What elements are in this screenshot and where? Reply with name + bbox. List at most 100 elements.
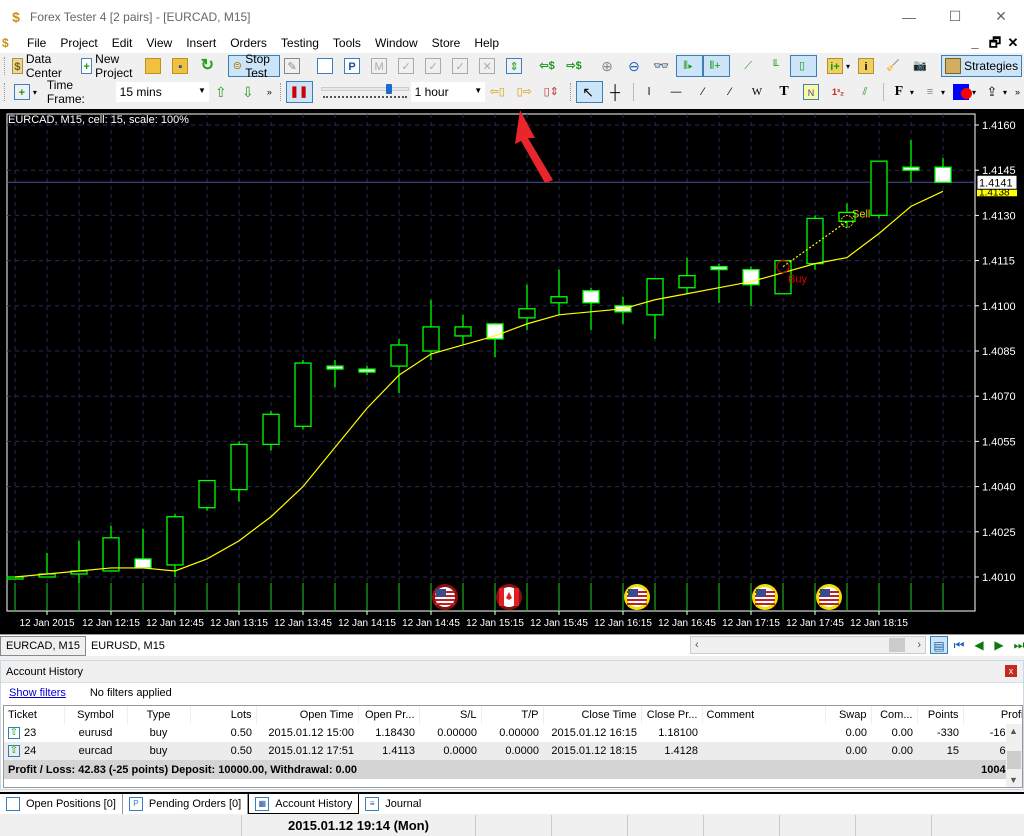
line-style-button[interactable]: ≡ ▾ <box>918 81 949 103</box>
candle-chart-button[interactable]: ▯ <box>790 55 818 77</box>
menu-view[interactable]: View <box>139 36 179 50</box>
order-list-button[interactable]: ⇕ <box>502 55 529 77</box>
panel-close-button[interactable]: x <box>1005 665 1017 677</box>
menu-file[interactable]: File <box>20 36 53 50</box>
col-points[interactable]: Points <box>917 706 964 724</box>
scroll-right-icon[interactable]: › <box>917 639 921 651</box>
go-forward-icon[interactable]: ▶ <box>990 636 1008 654</box>
speed-select[interactable]: 1 hour ▼ <box>410 82 486 102</box>
scroll-left-icon[interactable]: ‹ <box>695 639 699 651</box>
scroll-down-icon[interactable]: ▼ <box>1009 775 1018 785</box>
mdi-close-button[interactable]: ✕ <box>1004 33 1022 53</box>
line-chart-button[interactable]: ⟋ <box>736 55 763 77</box>
col-comment[interactable]: Comment <box>702 706 826 724</box>
table-vertical-scrollbar[interactable]: ▲ ▼ <box>1006 724 1022 787</box>
close-button[interactable]: ✕ <box>978 0 1024 33</box>
test-settings-button[interactable]: ✎ <box>280 55 307 77</box>
pause-button[interactable]: ❚❚ <box>285 81 313 103</box>
crosshair-tool[interactable]: ┼ <box>603 81 630 103</box>
col-close-price[interactable]: Close Pr... <box>641 706 703 724</box>
toolbar-grip[interactable] <box>4 57 5 75</box>
channel-tool[interactable]: ⫽ <box>853 81 880 103</box>
toolbar-grip[interactable] <box>279 83 283 101</box>
indicators-button[interactable]: i+ ▾ <box>823 55 854 77</box>
bar-updown-button[interactable]: ▯⇕ <box>539 81 566 103</box>
zoom-in-button[interactable]: ⊕ <box>595 55 622 77</box>
vertical-line-tool[interactable]: ǀ <box>637 81 664 103</box>
horizontal-line-tool[interactable]: — <box>664 81 691 103</box>
menu-edit[interactable]: Edit <box>105 36 140 50</box>
col-tp[interactable]: T/P <box>481 706 544 724</box>
save-project-button[interactable]: ▪ <box>168 55 195 77</box>
chart-canvas[interactable]: 1.41601.41451.41301.41151.41001.40851.40… <box>0 109 1024 634</box>
label-tool[interactable]: N <box>799 81 826 103</box>
autoscroll-button[interactable]: ⫴+ <box>703 55 731 77</box>
ray-tool[interactable]: ⁄ <box>718 81 745 103</box>
toolbar-grip[interactable] <box>4 83 7 101</box>
col-sl[interactable]: S/L <box>419 706 482 724</box>
menu-store[interactable]: Store <box>425 36 468 50</box>
menu-window[interactable]: Window <box>368 36 425 50</box>
new-order-button[interactable] <box>313 55 340 77</box>
time-frame-select[interactable]: 15 mins ▼ <box>115 82 209 102</box>
menu-project[interactable]: Project <box>53 36 104 50</box>
chart-tab-eurusd[interactable]: EURUSD, M15 <box>86 636 170 656</box>
close-order-button[interactable]: ✓ <box>394 55 421 77</box>
strategies-button[interactable]: Strategies <box>941 55 1023 77</box>
menu-help[interactable]: Help <box>467 36 506 50</box>
new-project-button[interactable]: + New Project <box>77 52 141 80</box>
col-commission[interactable]: Com... <box>871 706 918 724</box>
step-back-button[interactable]: ⇦▯ <box>485 81 512 103</box>
bar-chart-button[interactable]: ╙ <box>763 55 790 77</box>
export-button[interactable]: ⇪ ▾ <box>980 81 1011 103</box>
screenshot-button[interactable]: 📷 <box>908 55 935 77</box>
font-button[interactable]: F ▾ <box>887 81 918 103</box>
col-profit[interactable]: Profit <box>963 706 1022 724</box>
cursor-tool[interactable]: ↖ <box>576 81 604 103</box>
menu-orders[interactable]: Orders <box>223 36 274 50</box>
wave-tool[interactable]: W <box>745 81 772 103</box>
restart-button[interactable]: ↻ <box>195 55 222 77</box>
col-swap[interactable]: Swap <box>825 706 872 724</box>
color-button[interactable]: ▾ <box>949 81 980 103</box>
go-last-icon[interactable]: ⏭ <box>1010 636 1024 654</box>
clear-button[interactable]: 🧹 <box>881 55 908 77</box>
tab-account-history[interactable]: ▦ Account History <box>248 794 360 814</box>
table-row[interactable]: ⇧ 23 eurusd buy 0.50 2015.01.12 15:00 1.1… <box>4 724 1022 742</box>
close-all-button[interactable]: ✓ <box>421 55 448 77</box>
tab-journal[interactable]: ≡ Journal <box>359 794 427 814</box>
tile-windows-icon[interactable]: ▤ <box>930 636 948 654</box>
col-close-time[interactable]: Close Time <box>543 706 642 724</box>
modify-order-button[interactable]: M <box>367 55 394 77</box>
scroll-up-icon[interactable]: ▲ <box>1009 726 1018 736</box>
tab-pending-orders[interactable]: P Pending Orders [0] <box>123 794 249 814</box>
find-button[interactable]: 👓 <box>649 55 676 77</box>
timeframe-up-button[interactable]: ⇧ <box>209 81 236 103</box>
mdi-restore-button[interactable]: 🗗 <box>986 33 1004 53</box>
menu-testing[interactable]: Testing <box>274 36 326 50</box>
mdi-app-icon[interactable]: $ <box>2 36 18 50</box>
text-tool[interactable]: T <box>772 81 799 103</box>
step-forward-button[interactable]: ▯⇨ <box>512 81 539 103</box>
col-symbol[interactable]: Symbol <box>64 706 128 724</box>
chart-horizontal-scrollbar[interactable]: ‹ › <box>690 636 926 654</box>
col-ticket[interactable]: Ticket <box>4 706 65 724</box>
toolbar-overflow-button[interactable]: » <box>1011 81 1024 103</box>
sell-money-button[interactable]: ⇨$ <box>562 55 589 77</box>
minimize-button[interactable]: — <box>886 0 932 33</box>
trend-line-tool[interactable]: ⁄ <box>691 81 718 103</box>
slider-thumb[interactable] <box>386 84 393 94</box>
zoom-out-button[interactable]: ⊖ <box>622 55 649 77</box>
scroll-thumb[interactable] <box>889 638 905 652</box>
col-lots[interactable]: Lots <box>190 706 257 724</box>
scroll-thumb[interactable] <box>1007 751 1021 769</box>
close-partial-button[interactable]: ✓ <box>448 55 475 77</box>
col-open-price[interactable]: Open Pr... <box>358 706 420 724</box>
table-row[interactable]: ⇧ 24 eurcad buy 0.50 2015.01.12 17:51 1.4… <box>4 742 1022 760</box>
menu-tools[interactable]: Tools <box>326 36 368 50</box>
delete-order-button[interactable]: ✕ <box>475 55 502 77</box>
data-center-button[interactable]: $ Data Center <box>8 52 71 80</box>
fibo-tool[interactable]: 1³₂ <box>826 81 853 103</box>
new-chart-button[interactable]: + ▾ <box>10 81 41 103</box>
pending-order-button[interactable]: P <box>340 55 367 77</box>
